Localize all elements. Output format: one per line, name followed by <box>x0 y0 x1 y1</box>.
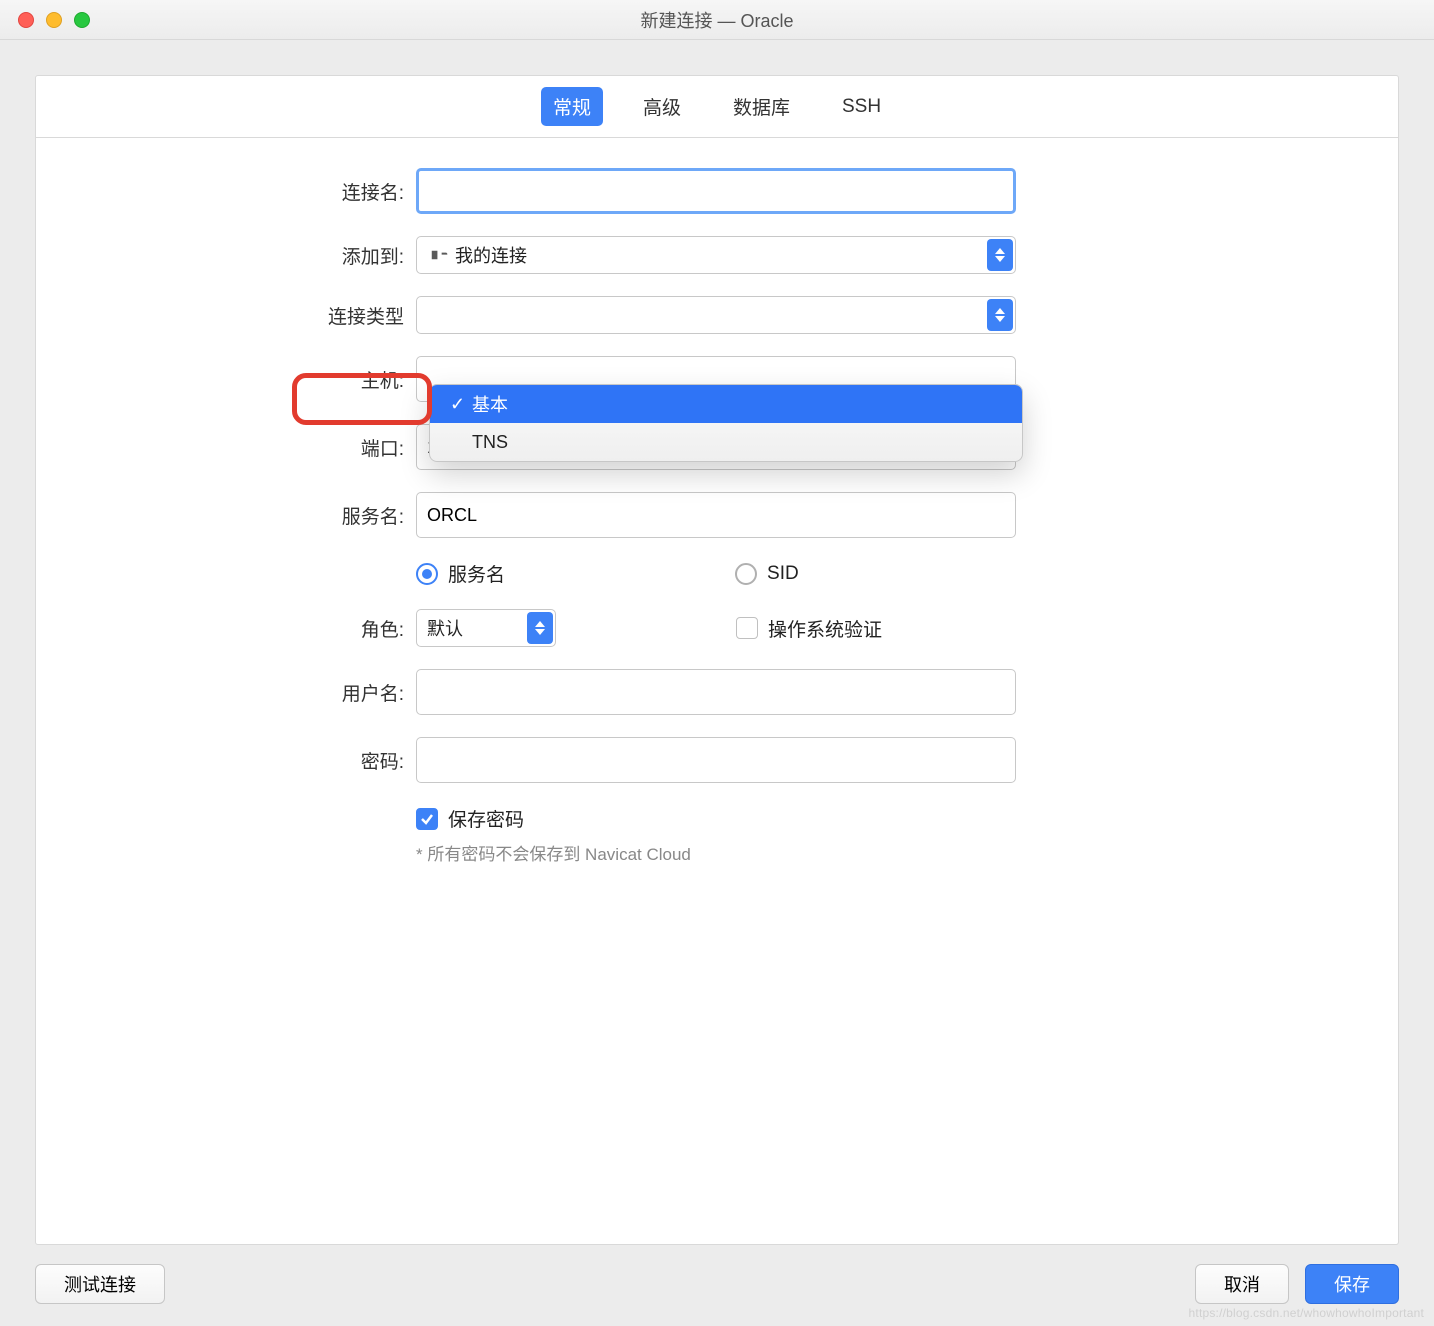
checkbox-save-password-label: 保存密码 <box>448 805 524 832</box>
dropdown-item-tns-label: TNS <box>472 432 508 453</box>
window-titlebar: 新建连接 — Oracle <box>0 0 1434 40</box>
tab-database[interactable]: 数据库 <box>721 87 802 126</box>
plug-icon <box>423 242 448 267</box>
label-username: 用户名: <box>36 679 416 706</box>
checkbox-os-auth[interactable] <box>736 617 758 639</box>
dropdown-item-basic-label: 基本 <box>472 391 508 417</box>
checkbox-save-password[interactable] <box>416 808 438 830</box>
select-add-to[interactable]: 我的连接 <box>416 236 1016 274</box>
tab-bar: 常规 高级 数据库 SSH <box>36 76 1398 138</box>
radio-service-name[interactable] <box>416 563 438 585</box>
test-connection-button[interactable]: 测试连接 <box>35 1264 165 1304</box>
dropdown-item-tns[interactable]: TNS <box>430 423 1022 461</box>
radio-sid-label: SID <box>767 563 799 585</box>
select-conn-type[interactable] <box>416 296 1016 334</box>
dialog-panel: 常规 高级 数据库 SSH 连接名: 添加到: 我的连接 <box>35 75 1399 1245</box>
radio-sid[interactable] <box>735 563 757 585</box>
label-role: 角色: <box>36 615 416 642</box>
tab-advanced[interactable]: 高级 <box>631 87 693 126</box>
stepper-icon[interactable] <box>527 612 553 644</box>
tab-general[interactable]: 常规 <box>541 87 603 126</box>
select-role-value: 默认 <box>427 615 463 641</box>
button-bar: 测试连接 取消 保存 <box>35 1264 1399 1304</box>
hint-navicat-cloud: * 所有密码不会保存到 Navicat Cloud <box>416 840 1016 865</box>
label-host: 主机: <box>36 366 416 393</box>
label-port: 端口: <box>36 434 416 461</box>
tab-ssh[interactable]: SSH <box>830 90 893 124</box>
cancel-button[interactable]: 取消 <box>1195 1264 1289 1304</box>
label-conn-type: 连接类型 <box>36 302 416 329</box>
label-conn-name: 连接名: <box>36 178 416 205</box>
input-conn-name[interactable] <box>416 168 1016 214</box>
check-icon <box>450 394 472 415</box>
watermark-text: https://blog.csdn.net/whowhowhoImportant <box>1189 1306 1424 1320</box>
dropdown-item-basic[interactable]: 基本 <box>430 385 1022 423</box>
input-service-name[interactable] <box>416 492 1016 538</box>
conn-type-dropdown: 基本 TNS <box>429 384 1023 462</box>
checkbox-os-auth-label: 操作系统验证 <box>768 615 882 642</box>
label-password: 密码: <box>36 747 416 774</box>
label-service-name: 服务名: <box>36 502 416 529</box>
stepper-icon[interactable] <box>987 239 1013 271</box>
select-role[interactable]: 默认 <box>416 609 556 647</box>
stepper-icon[interactable] <box>987 299 1013 331</box>
radio-service-name-label: 服务名 <box>448 560 505 587</box>
window-title: 新建连接 — Oracle <box>0 7 1434 33</box>
select-add-to-value: 我的连接 <box>455 242 527 268</box>
input-username[interactable] <box>416 669 1016 715</box>
label-add-to: 添加到: <box>36 242 416 269</box>
input-password[interactable] <box>416 737 1016 783</box>
save-button[interactable]: 保存 <box>1305 1264 1399 1304</box>
